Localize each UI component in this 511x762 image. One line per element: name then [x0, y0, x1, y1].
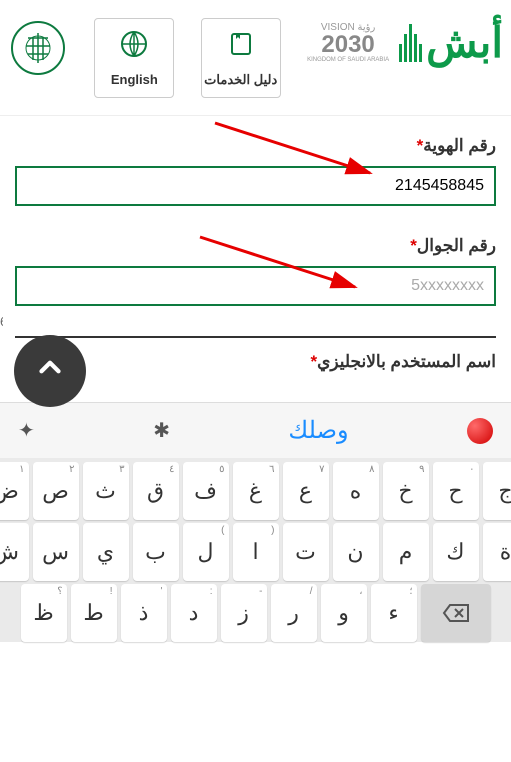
key-ل[interactable]: (ل — [183, 523, 229, 581]
chevron-up-icon — [33, 350, 67, 392]
key-ح[interactable]: ٠ح — [433, 462, 479, 520]
keyboard-suggestion-bar: ✦ ✱ وصلك — [0, 402, 511, 458]
book-icon — [226, 29, 256, 66]
key-ا[interactable]: )ا — [233, 523, 279, 581]
key-ض[interactable]: ١ض — [0, 462, 29, 520]
key-ن[interactable]: ن — [333, 523, 379, 581]
key-خ[interactable]: ٩خ — [383, 462, 429, 520]
key-س[interactable]: س — [33, 523, 79, 581]
id-label: *رقم الهوية — [15, 136, 496, 156]
suggestion-word[interactable]: وصلك — [288, 416, 348, 445]
services-guide-button[interactable]: دليل الخدمات — [201, 18, 281, 98]
key-ذ[interactable]: 'ذ — [121, 584, 167, 642]
key-ء[interactable]: ؛ء — [371, 584, 417, 642]
id-input[interactable] — [15, 166, 496, 206]
key-ك[interactable]: ك — [433, 523, 479, 581]
voice-record-button[interactable] — [467, 418, 493, 444]
guide-label: دليل الخدمات — [204, 72, 277, 88]
mobile-input[interactable] — [15, 266, 496, 306]
backspace-key[interactable] — [421, 584, 491, 642]
key-ط[interactable]: !ط — [71, 584, 117, 642]
key-ب[interactable]: ب — [133, 523, 179, 581]
username-label: *اسم المستخدم بالانجليزي — [15, 336, 496, 372]
key-د[interactable]: :د — [171, 584, 217, 642]
key-ص[interactable]: ٢ص — [33, 462, 79, 520]
gov-emblem-icon — [8, 18, 68, 78]
key-ي[interactable]: ي — [83, 523, 129, 581]
absher-logo: أبش — [399, 18, 503, 68]
suggestion-icon-2[interactable]: ✱ — [153, 418, 170, 443]
vision-2030-logo: VISION رؤية 2030 KINGDOM OF SAUDI ARABIA — [307, 23, 389, 63]
key-ش[interactable]: ش — [0, 523, 29, 581]
key-ث[interactable]: ٣ث — [83, 462, 129, 520]
key-ت[interactable]: ت — [283, 523, 329, 581]
key-ق[interactable]: ٤ق — [133, 462, 179, 520]
key-ة[interactable]: "ة — [483, 523, 511, 581]
scroll-up-button[interactable] — [14, 335, 86, 407]
suggestion-icon-1[interactable]: ✦ — [18, 418, 35, 443]
header-logos: VISION رؤية 2030 KINGDOM OF SAUDI ARABIA… — [307, 18, 503, 68]
mobile-label: *رقم الجوال — [15, 236, 496, 256]
soft-keyboard: ١ض٢ص٣ث٤ق٥ف٦غ٧ع٨ه٩خ٠حج شسيب(ل)اتنمك"ة ؟ظ!… — [0, 458, 511, 642]
language-button[interactable]: English — [94, 18, 174, 98]
key-م[interactable]: م — [383, 523, 429, 581]
globe-icon — [119, 29, 149, 66]
key-ف[interactable]: ٥ف — [183, 462, 229, 520]
key-ه[interactable]: ٨ه — [333, 462, 379, 520]
key-ج[interactable]: ج — [483, 462, 511, 520]
key-ز[interactable]: -ز — [221, 584, 267, 642]
key-غ[interactable]: ٦غ — [233, 462, 279, 520]
key-ع[interactable]: ٧ع — [283, 462, 329, 520]
key-و[interactable]: ،و — [321, 584, 367, 642]
key-ر[interactable]: /ر — [271, 584, 317, 642]
key-ظ[interactable]: ؟ظ — [21, 584, 67, 642]
language-label: English — [111, 72, 158, 87]
